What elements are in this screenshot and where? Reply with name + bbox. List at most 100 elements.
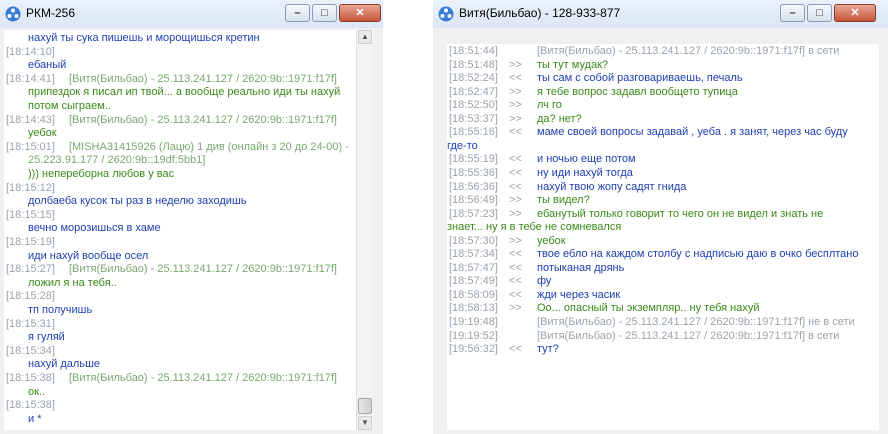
right-chat-log[interactable]: [18:51:44] [Витя(Бильбао) - 25.113.241.12…: [447, 44, 879, 430]
maximize-button[interactable]: □: [807, 4, 832, 22]
message-line: [18:56:49] >> ты видел?: [449, 193, 590, 207]
close-icon: ✕: [850, 7, 860, 19]
message-text: где-то: [447, 139, 478, 152]
message-text: Оо... опасный ты экземпляр.. ну тебя нах…: [537, 302, 760, 315]
message-line: [18:51:48] >> ты тут мудак?: [449, 58, 608, 72]
message-text: ты видел?: [537, 194, 590, 207]
close-button[interactable]: ✕: [339, 4, 381, 22]
message-line: тп получишь: [28, 303, 92, 317]
left-titlebar[interactable]: РКМ-256 – □ ✕: [0, 0, 383, 28]
minimize-icon: –: [789, 7, 796, 19]
app-logo-icon: [5, 6, 21, 22]
left-window-title: РКМ-256: [26, 6, 76, 20]
message-text: да? нет?: [537, 112, 582, 125]
scroll-thumb[interactable]: [358, 398, 372, 414]
message-line: [18:15:38] [Витя(Бильбао) - 25.113.241.12…: [6, 371, 337, 385]
message-text: потом сыграем..: [28, 100, 111, 112]
scroll-down-arrow-icon[interactable]: ▼: [358, 416, 372, 430]
left-chat-log[interactable]: нахуй ты сука пишешь и морощишься кретин…: [4, 30, 356, 430]
message-line: вечно морозишься в хаме: [28, 221, 161, 235]
right-chat-window: Витя(Бильбао) - 128-933-877 – □ ✕ [18:51…: [433, 0, 888, 434]
message-timestamp: [18:14:41]: [6, 72, 55, 85]
message-timestamp: [18:15:38]: [6, 372, 55, 384]
message-line: [18:14:41] [Витя(Бильбао) - 25.113.241.12…: [6, 72, 337, 86]
message-timestamp: [18:53:37]: [449, 112, 498, 125]
minimize-button[interactable]: –: [285, 4, 310, 22]
message-text: я гуляй: [28, 331, 65, 344]
message-direction: <<: [509, 153, 522, 166]
message-text: ну иди нахуй тогда: [537, 166, 633, 179]
message-text: и *: [28, 412, 42, 425]
message-line: [18:58:13] >> Оо... опасный ты экземпляр..…: [449, 301, 760, 315]
message-line: [18:15:34]: [6, 344, 55, 358]
message-text: ложил я на тебя..: [28, 276, 117, 289]
message-line: где-то: [447, 139, 478, 153]
message-timestamp: [18:52:47]: [449, 85, 498, 98]
message-timestamp: [18:52:50]: [449, 99, 498, 112]
message-direction: <<: [509, 72, 522, 85]
message-text: маме своей вопросы задавай , уеба . я за…: [537, 126, 848, 139]
message-line: долбаеба кусок ты раз в неделю заходишь: [28, 194, 247, 208]
message-line: припездок я писал ип твой... а вообще ре…: [28, 85, 340, 99]
message-direction: >>: [509, 234, 522, 247]
message-text: уебок: [28, 127, 57, 140]
message-line: [19:56:32] << тут?: [449, 342, 559, 356]
message-direction: >>: [509, 58, 522, 71]
message-line: ок..: [28, 385, 45, 399]
message-line: [18:57:34] << твое ебло на каждом столбу с…: [449, 247, 858, 261]
message-timestamp: [19:56:32]: [449, 343, 498, 356]
message-line: [18:57:23] >> ебанутый только говорит то ч…: [449, 207, 823, 221]
message-text: ок..: [28, 385, 46, 398]
message-text: фу: [537, 275, 552, 288]
message-line: [18:53:37] >> да? нет?: [449, 112, 582, 126]
message-text: [Витя(Бильбао) - 25.113.241.127 / 2620:9…: [537, 329, 840, 342]
message-direction: >>: [509, 207, 522, 220]
message-line: ложил я на тебя..: [28, 276, 117, 290]
message-direction: <<: [509, 180, 522, 193]
message-line: [18:15:19]: [6, 235, 55, 249]
message-timestamp: [18:15:28]: [6, 290, 55, 303]
message-line: [18:57:47] << потыканая дрянь: [449, 261, 624, 275]
message-text: нахуй дальше: [28, 358, 101, 371]
message-direction: <<: [509, 248, 522, 261]
maximize-button[interactable]: □: [312, 4, 337, 22]
message-line: [18:14:10]: [6, 45, 55, 59]
message-line: [18:15:31]: [6, 317, 55, 331]
left-scrollbar[interactable]: ▲ ▼: [356, 30, 374, 430]
message-line: ))) непереборна любов у вас: [28, 167, 174, 181]
app-logo-icon: [438, 6, 454, 22]
maximize-icon: □: [321, 7, 328, 19]
message-timestamp: [18:55:16]: [449, 126, 498, 139]
message-line: нахуй дальше: [28, 357, 100, 371]
message-line: [18:52:24] << ты сам с собой разговариваеш…: [449, 71, 743, 85]
message-timestamp: [18:14:43]: [6, 113, 55, 126]
message-line: ебаный: [28, 58, 66, 72]
message-line: [18:55:16] << маме своей вопросы задавай ,…: [449, 125, 848, 139]
right-titlebar[interactable]: Витя(Бильбао) - 128-933-877 – □ ✕: [433, 0, 888, 28]
message-direction: <<: [509, 261, 522, 274]
message-text: знает... ну я в тебе не сомневался: [447, 221, 622, 234]
message-timestamp: [18:15:15]: [6, 208, 55, 221]
close-button[interactable]: ✕: [834, 4, 876, 22]
message-text: жди через часик: [537, 288, 621, 301]
scroll-up-arrow-icon[interactable]: ▲: [358, 30, 372, 44]
message-text: иди нахуй вообще осел: [28, 249, 149, 262]
message-timestamp: [18:15:27]: [6, 263, 55, 276]
message-timestamp: [18:52:24]: [449, 72, 498, 85]
message-timestamp: [18:57:30]: [449, 234, 498, 247]
message-line: [18:51:44] [Витя(Бильбао) - 25.113.241.12…: [449, 44, 839, 58]
minimize-button[interactable]: –: [780, 4, 805, 22]
message-line: 25.223.91.177 / 2620:9b::19df:5bb1]: [28, 153, 205, 167]
message-timestamp: [18:51:48]: [449, 58, 498, 71]
message-line: [19:19:48] [Витя(Бильбао) - 25.113.241.12…: [449, 315, 855, 329]
message-timestamp: [18:51:44]: [449, 45, 498, 57]
message-text: уебок: [537, 234, 566, 247]
message-line: [18:52:47] >> я тебе вопрос задавл вообщет…: [449, 85, 738, 99]
message-direction: <<: [509, 343, 522, 356]
message-line: уебок: [28, 126, 57, 140]
message-text: припездок я писал ип твой... а вообще ре…: [28, 86, 341, 99]
message-direction: >>: [509, 85, 522, 98]
message-line: [18:56:36] << нахуй твою жопу садят гнида: [449, 180, 686, 194]
message-line: [18:57:49] << фу: [449, 274, 551, 288]
message-text: твое ебло на каждом столбу с надписью да…: [537, 248, 859, 261]
